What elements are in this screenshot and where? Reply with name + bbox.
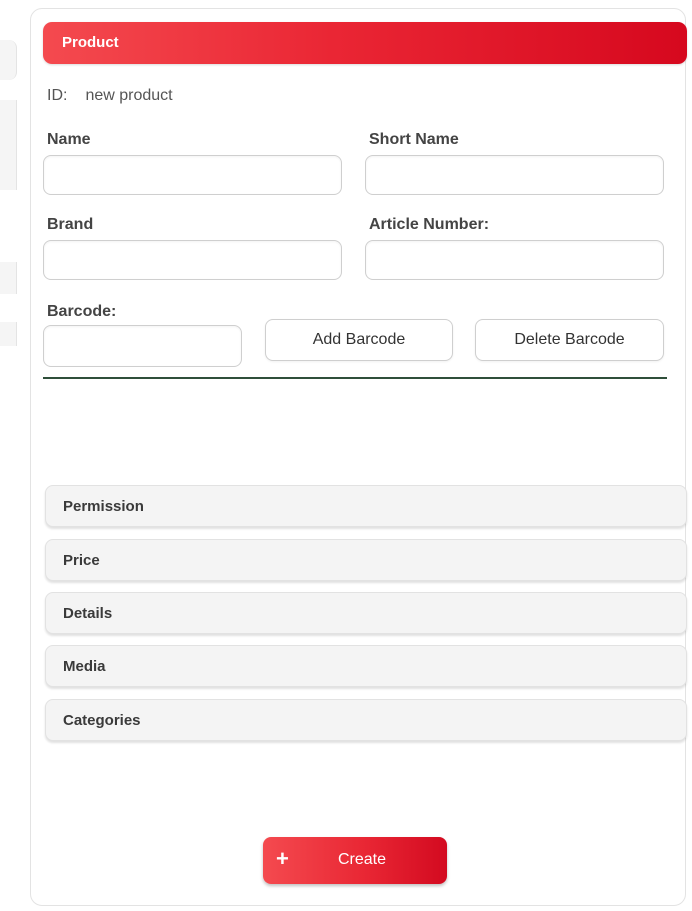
id-row: ID: new product [47,87,173,105]
background-window-edge [0,100,17,190]
plus-icon: + [276,846,289,871]
accordion-details[interactable]: Details [45,592,687,634]
accordion-label: Media [63,658,106,675]
accordion-media[interactable]: Media [45,645,687,687]
accordion-categories[interactable]: Categories [45,699,687,741]
panel-header: Product [43,22,687,64]
brand-input[interactable] [43,240,342,280]
barcode-input[interactable] [43,325,242,367]
accordion-label: Permission [63,498,144,515]
short-name-input[interactable] [365,155,664,195]
accordion-label: Price [63,552,100,569]
product-panel: Product ID: new product Name Short Name B… [30,8,687,906]
create-button[interactable]: + Create [263,837,447,884]
panel-title: Product [62,34,119,51]
accordion-price[interactable]: Price [45,539,687,581]
section-divider [43,377,667,379]
create-label: Create [338,851,387,868]
background-window-edge [0,262,17,294]
name-input[interactable] [43,155,342,195]
background-window-edge [0,40,17,80]
article-number-input[interactable] [365,240,664,280]
delete-barcode-button[interactable]: Delete Barcode [475,319,664,361]
id-value: new product [85,87,173,104]
name-label: Name [47,131,91,148]
accordion-label: Categories [63,712,141,729]
background-window-edge [0,322,17,346]
article-number-label: Article Number: [369,216,490,233]
add-barcode-button[interactable]: Add Barcode [265,319,453,361]
id-label: ID: [47,87,68,104]
accordion-label: Details [63,605,113,622]
brand-label: Brand [47,216,94,233]
accordion-permission[interactable]: Permission [45,485,687,527]
barcode-label: Barcode: [47,303,117,320]
short-name-label: Short Name [369,131,459,148]
